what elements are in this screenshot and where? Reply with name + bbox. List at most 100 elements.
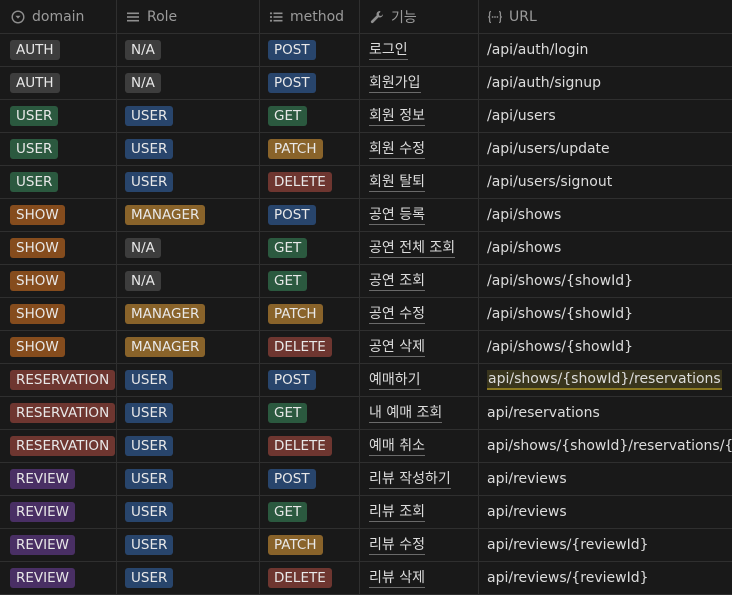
- method-cell[interactable]: DELETE: [260, 430, 360, 462]
- url-cell[interactable]: api/shows/{showId}/reservations/{reserv: [479, 430, 732, 462]
- feature-cell[interactable]: 로그인: [360, 34, 479, 66]
- url-cell[interactable]: /api/users: [479, 100, 732, 132]
- url-cell[interactable]: /api/shows: [479, 232, 732, 264]
- domain-cell[interactable]: SHOW: [0, 232, 117, 264]
- method-cell[interactable]: GET: [260, 232, 360, 264]
- method-cell[interactable]: POST: [260, 34, 360, 66]
- role-cell[interactable]: USER: [117, 430, 260, 462]
- method-cell[interactable]: DELETE: [260, 166, 360, 198]
- domain-cell[interactable]: RESERVATION: [0, 364, 117, 396]
- url-cell[interactable]: api/reviews/{reviewId}: [479, 529, 732, 561]
- feature-cell[interactable]: 공연 등록: [360, 199, 479, 231]
- domain-cell[interactable]: REVIEW: [0, 496, 117, 528]
- role-cell[interactable]: USER: [117, 397, 260, 429]
- domain-cell[interactable]: AUTH: [0, 34, 117, 66]
- domain-cell[interactable]: SHOW: [0, 265, 117, 297]
- table-row[interactable]: USER USER DELETE 회원 탈퇴/api/users/signout: [0, 166, 732, 199]
- url-cell[interactable]: /api/auth/login: [479, 34, 732, 66]
- url-cell[interactable]: api/reservations: [479, 397, 732, 429]
- feature-cell[interactable]: 리뷰 수정: [360, 529, 479, 561]
- feature-cell[interactable]: 공연 전체 조회: [360, 232, 479, 264]
- url-cell[interactable]: /api/shows/{showId}: [479, 298, 732, 330]
- url-cell[interactable]: /api/shows/{showId}: [479, 331, 732, 363]
- table-row[interactable]: RESERVATION USER DELETE 예매 취소 api/shows/{sho…: [0, 430, 732, 463]
- table-row[interactable]: SHOW MANAGER PATCH 공연 수정/api/shows/{showId}: [0, 298, 732, 331]
- table-row[interactable]: USER USER PATCH 회원 수정/api/users/update: [0, 133, 732, 166]
- domain-cell[interactable]: RESERVATION: [0, 397, 117, 429]
- table-row[interactable]: REVIEW USER PATCH 리뷰 수정 api/reviews/{reviewI…: [0, 529, 732, 562]
- feature-cell[interactable]: 리뷰 작성하기: [360, 463, 479, 495]
- role-cell[interactable]: MANAGER: [117, 199, 260, 231]
- column-header-method[interactable]: method: [260, 0, 360, 33]
- role-cell[interactable]: USER: [117, 133, 260, 165]
- feature-cell[interactable]: 회원 수정: [360, 133, 479, 165]
- table-row[interactable]: SHOW MANAGER DELETE 공연 삭제/api/shows/{showId…: [0, 331, 732, 364]
- url-cell[interactable]: api/reviews/{reviewId}: [479, 562, 732, 594]
- domain-cell[interactable]: RESERVATION: [0, 430, 117, 462]
- method-cell[interactable]: POST: [260, 67, 360, 99]
- table-row[interactable]: AUTH N/A POST 회원가입/api/auth/signup: [0, 67, 732, 100]
- method-cell[interactable]: PATCH: [260, 529, 360, 561]
- url-cell[interactable]: api/reviews: [479, 463, 732, 495]
- table-row[interactable]: USER USER GET 회원 정보/api/users: [0, 100, 732, 133]
- feature-cell[interactable]: 예매하기: [360, 364, 479, 396]
- table-row[interactable]: RESERVATION USER POST 예매하기 api/shows/{showId…: [0, 364, 732, 397]
- method-cell[interactable]: DELETE: [260, 562, 360, 594]
- table-row[interactable]: AUTH N/A POST 로그인/api/auth/login: [0, 34, 732, 67]
- feature-cell[interactable]: 공연 조회: [360, 265, 479, 297]
- table-row[interactable]: SHOW N/A GET 공연 전체 조회/api/shows: [0, 232, 732, 265]
- url-cell[interactable]: /api/users/signout: [479, 166, 732, 198]
- method-cell[interactable]: PATCH: [260, 133, 360, 165]
- role-cell[interactable]: MANAGER: [117, 331, 260, 363]
- role-cell[interactable]: USER: [117, 463, 260, 495]
- role-cell[interactable]: USER: [117, 364, 260, 396]
- domain-cell[interactable]: REVIEW: [0, 562, 117, 594]
- role-cell[interactable]: USER: [117, 496, 260, 528]
- url-cell[interactable]: api/shows/{showId}/reservations: [479, 364, 732, 396]
- domain-cell[interactable]: AUTH: [0, 67, 117, 99]
- url-cell[interactable]: /api/shows/{showId}: [479, 265, 732, 297]
- method-cell[interactable]: PATCH: [260, 298, 360, 330]
- method-cell[interactable]: DELETE: [260, 331, 360, 363]
- method-cell[interactable]: POST: [260, 199, 360, 231]
- feature-cell[interactable]: 회원 탈퇴: [360, 166, 479, 198]
- feature-cell[interactable]: 리뷰 조회: [360, 496, 479, 528]
- domain-cell[interactable]: SHOW: [0, 199, 117, 231]
- column-header-url[interactable]: URL: [479, 0, 732, 33]
- url-cell[interactable]: /api/auth/signup: [479, 67, 732, 99]
- feature-cell[interactable]: 공연 수정: [360, 298, 479, 330]
- column-header-role[interactable]: Role: [117, 0, 260, 33]
- role-cell[interactable]: USER: [117, 562, 260, 594]
- table-row[interactable]: REVIEW USER GET 리뷰 조회 api/reviews: [0, 496, 732, 529]
- method-cell[interactable]: GET: [260, 397, 360, 429]
- method-cell[interactable]: GET: [260, 496, 360, 528]
- url-cell[interactable]: api/reviews: [479, 496, 732, 528]
- domain-cell[interactable]: REVIEW: [0, 529, 117, 561]
- url-cell[interactable]: /api/shows: [479, 199, 732, 231]
- domain-cell[interactable]: SHOW: [0, 331, 117, 363]
- table-row[interactable]: REVIEW USER POST 리뷰 작성하기 api/reviews: [0, 463, 732, 496]
- feature-cell[interactable]: 회원 정보: [360, 100, 479, 132]
- method-cell[interactable]: GET: [260, 100, 360, 132]
- url-cell[interactable]: /api/users/update: [479, 133, 732, 165]
- column-header-domain[interactable]: domain: [0, 0, 117, 33]
- feature-cell[interactable]: 공연 삭제: [360, 331, 479, 363]
- domain-cell[interactable]: SHOW: [0, 298, 117, 330]
- role-cell[interactable]: MANAGER: [117, 298, 260, 330]
- domain-cell[interactable]: USER: [0, 133, 117, 165]
- role-cell[interactable]: USER: [117, 166, 260, 198]
- role-cell[interactable]: N/A: [117, 232, 260, 264]
- table-row[interactable]: RESERVATION USER GET 내 예매 조회 api/reservation…: [0, 397, 732, 430]
- role-cell[interactable]: USER: [117, 100, 260, 132]
- table-row[interactable]: SHOW N/A GET 공연 조회/api/shows/{showId}: [0, 265, 732, 298]
- role-cell[interactable]: N/A: [117, 67, 260, 99]
- method-cell[interactable]: POST: [260, 364, 360, 396]
- column-header-feature[interactable]: 기능: [360, 0, 479, 33]
- method-cell[interactable]: GET: [260, 265, 360, 297]
- domain-cell[interactable]: USER: [0, 166, 117, 198]
- role-cell[interactable]: N/A: [117, 265, 260, 297]
- role-cell[interactable]: N/A: [117, 34, 260, 66]
- domain-cell[interactable]: USER: [0, 100, 117, 132]
- feature-cell[interactable]: 회원가입: [360, 67, 479, 99]
- domain-cell[interactable]: REVIEW: [0, 463, 117, 495]
